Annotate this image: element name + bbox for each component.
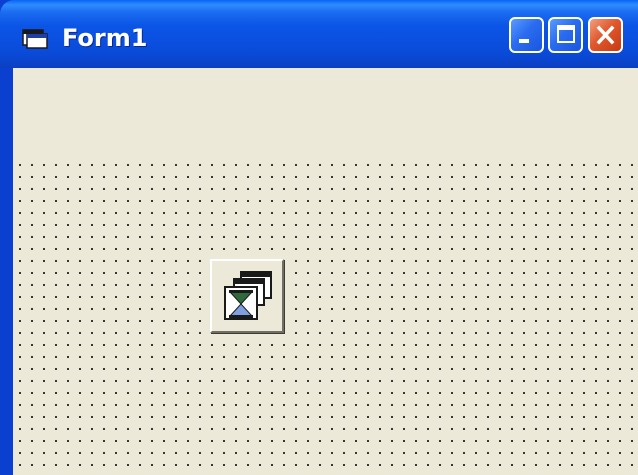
minimize-button[interactable] <box>509 17 544 53</box>
close-button[interactable] <box>588 17 623 53</box>
maximize-icon <box>557 25 575 43</box>
title-bar[interactable]: Form1 <box>0 0 638 68</box>
window-title: Form1 <box>62 24 148 52</box>
form-window: Form1 <box>0 0 638 475</box>
animation-control[interactable] <box>210 259 284 333</box>
maximize-button[interactable] <box>548 17 583 53</box>
designer-grid <box>13 158 638 475</box>
form-icon[interactable] <box>22 28 48 50</box>
minimize-icon <box>519 39 529 43</box>
animation-control-icon <box>224 271 272 320</box>
form-client-area[interactable] <box>13 68 638 475</box>
close-icon <box>596 25 615 45</box>
